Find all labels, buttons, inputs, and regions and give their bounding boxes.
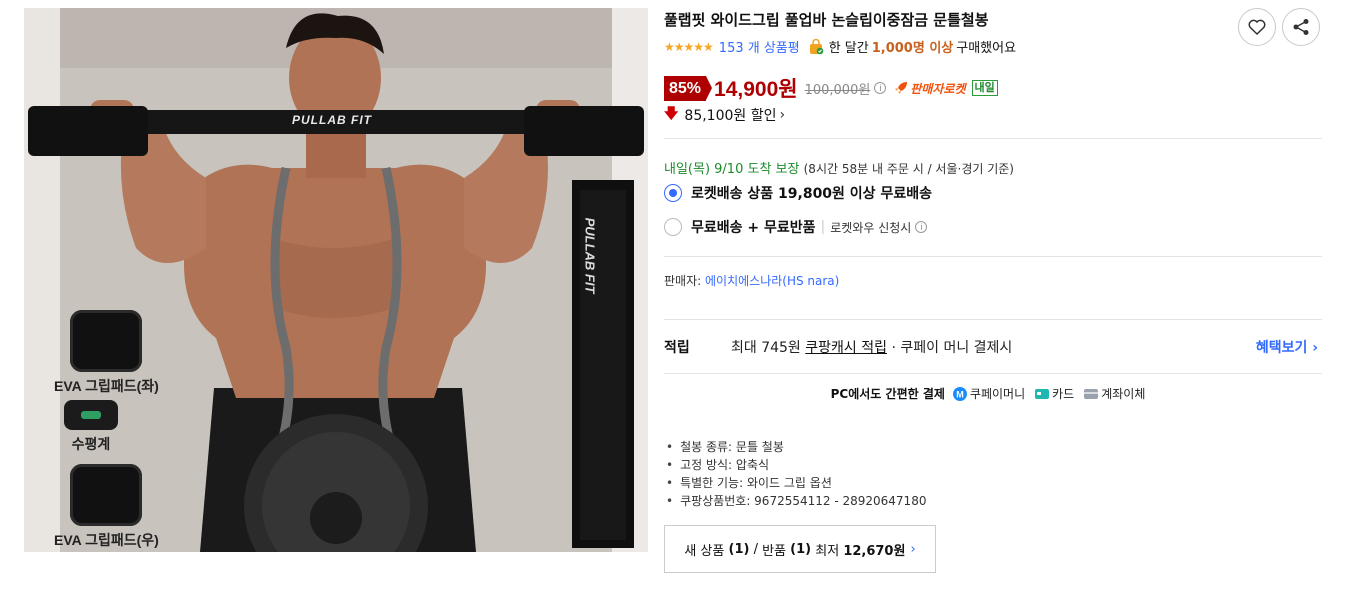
attribute-item: 고정 방식: 압축식 — [666, 456, 926, 474]
product-title: 풀랩핏 와이드그립 풀업바 논슬립이중잠금 문틀철봉 — [664, 11, 989, 29]
coupay-icon: M — [952, 386, 967, 401]
accessory-grip-pad-right: EVA 그립패드(우) — [54, 464, 159, 550]
price-row: 85% 14,900원 100,000원 i 판매자로켓 내일 — [664, 73, 998, 103]
arrival-date: 내일(목) 9/10 — [664, 162, 744, 177]
accessory-grip-pad-left: EVA 그립패드(좌) — [54, 310, 159, 396]
points-description: 최대 745원 쿠팡캐시 적립 · 쿠페이 머니 결제시 — [731, 337, 1012, 357]
price-info-icon[interactable]: i — [874, 82, 887, 94]
coupang-cash-link[interactable]: 쿠팡캐시 적립 — [805, 340, 887, 356]
view-benefits-link[interactable]: 혜택보기 › — [1256, 337, 1318, 357]
discount-amount: 85,100원 할인 — [684, 108, 777, 124]
payment-coupay: M 쿠페이머니 — [952, 385, 1026, 402]
accessory-label: EVA 그립패드(우) — [54, 532, 159, 548]
accessory-label: 수평계 — [71, 436, 111, 452]
review-count-link[interactable]: 153 개 상품평 — [719, 37, 800, 56]
return-item-count: (1) — [790, 541, 812, 557]
heart-icon — [1248, 19, 1266, 35]
points-prefix: 최대 745원 — [731, 340, 801, 356]
attribute-item: 쿠팡상품번호: 9672554112 - 28920647180 — [666, 492, 926, 510]
min-price: 12,670원 — [843, 543, 906, 559]
wishlist-button[interactable] — [1238, 8, 1276, 46]
discount-amount-row[interactable]: 🡇 85,100원 할인 › — [664, 103, 785, 127]
arrival-note: (8시간 58분 내 주문 시 / 서울·경기 기준) — [803, 162, 1014, 176]
seller-info: 판매자: 에이치에스나라(HS nara) — [664, 272, 839, 289]
divider — [664, 256, 1322, 257]
share-icon — [1293, 19, 1309, 35]
shipping-option-free-return[interactable]: 무료배송 + 무료반품 | 로켓와우 신청시 i — [664, 217, 928, 237]
rating-row: ★★★★★ 153 개 상품평 한 달간 1,000명 이상 구매했어요 — [664, 37, 1016, 56]
card-icon — [1035, 388, 1050, 399]
new-item-label: 새 상품 — [684, 543, 725, 559]
radio-selected[interactable] — [664, 184, 682, 202]
payment-title: PC에서도 간편한 결제 — [830, 387, 945, 401]
shipping-option-label: 로켓배송 상품 19,800원 이상 무료배송 — [691, 186, 932, 202]
payment-methods: PC에서도 간편한 결제 M 쿠페이머니 카드 계좌이체 — [664, 385, 1322, 402]
other-sellers-button[interactable]: 새 상품 (1) / 반품 (1) 최저 12,670원 › — [664, 525, 936, 573]
payment-bank: 계좌이체 — [1084, 385, 1145, 402]
payment-label: 카드 — [1052, 387, 1075, 401]
return-item-label: 반품 — [762, 543, 787, 559]
attribute-item: 특별한 기능: 와이드 그립 옵션 — [666, 474, 926, 492]
accessory-label: EVA 그립패드(좌) — [54, 378, 159, 394]
product-info-panel: 풀랩핏 와이드그립 풀업바 논슬립이중잠금 문틀철봉 ★★★★★ 153 개 상… — [664, 0, 1324, 608]
radio-unselected[interactable] — [664, 218, 682, 236]
shipping-option-note: 로켓와우 신청시 — [830, 220, 912, 235]
share-button[interactable] — [1282, 8, 1320, 46]
info-icon[interactable]: i — [915, 221, 928, 233]
shopping-bag-icon — [809, 38, 824, 54]
chevron-right-icon: › — [910, 541, 916, 557]
payment-label: 계좌이체 — [1101, 387, 1146, 401]
star-rating-icon: ★★★★★ — [664, 39, 714, 54]
payment-label: 쿠페이머니 — [969, 387, 1026, 401]
seller-name-link[interactable]: 에이치에스나라(HS nara) — [705, 274, 839, 288]
seller-rocket-label: 판매자로켓 — [910, 81, 966, 96]
arrival-guarantee: 내일(목) 9/10 도착 보장 (8시간 58분 내 주문 시 / 서울·경기… — [664, 158, 1014, 177]
bar-brand-text: PULLAB FIT — [292, 113, 372, 127]
divider — [664, 138, 1322, 139]
svg-text:M: M — [956, 389, 964, 399]
separator: / — [753, 541, 758, 557]
points-suffix: · 쿠페이 머니 결제시 — [891, 340, 1013, 356]
discount-rate-badge: 85% — [664, 75, 713, 101]
product-attributes: 철봉 종류: 문틀 철봉 고정 방식: 압축식 특별한 기능: 와이드 그립 옵… — [666, 438, 926, 510]
divider — [664, 319, 1322, 320]
separator: | — [820, 219, 826, 235]
down-arrow-icon: 🡇 — [664, 106, 679, 122]
original-price: 100,000원 — [804, 82, 871, 98]
level-image — [64, 400, 118, 430]
payment-card: 카드 — [1035, 385, 1074, 402]
sold-suffix: 구매했어요 — [956, 41, 1017, 56]
sale-price: 14,900원 — [714, 78, 798, 101]
sold-prefix: 한 달간 — [828, 41, 869, 56]
divider — [664, 373, 1322, 374]
chevron-right-icon: › — [779, 107, 786, 123]
sold-count: 1,000명 이상 — [871, 41, 954, 56]
bank-icon — [1084, 388, 1099, 399]
shipping-option-rocket[interactable]: 로켓배송 상품 19,800원 이상 무료배송 — [664, 183, 932, 203]
min-price-label: 최저 — [815, 543, 840, 559]
rocket-icon — [895, 82, 908, 94]
seller-label: 판매자: — [664, 274, 702, 288]
shipping-option-label: 무료배송 + 무료반품 — [691, 220, 816, 236]
tomorrow-badge: 내일 — [971, 80, 998, 96]
product-main-image[interactable]: EVA 그립패드(좌) 수평계 EVA 그립패드(우) PULLAB FIT P… — [24, 8, 648, 552]
grip-pad-image — [70, 310, 143, 372]
box-brand-text: PULLAB FIT — [582, 217, 598, 294]
new-item-count: (1) — [728, 541, 750, 557]
grip-pad-image — [70, 464, 143, 526]
attribute-item: 철봉 종류: 문틀 철봉 — [666, 438, 926, 456]
arrival-label: 도착 보장 — [747, 162, 800, 177]
points-label: 적립 — [664, 340, 690, 356]
accessory-level: 수평계 — [64, 400, 118, 454]
